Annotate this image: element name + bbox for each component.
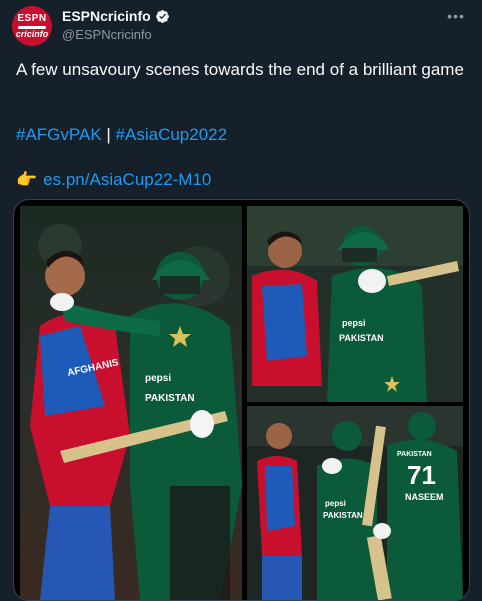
author-handle[interactable]: @ESPNcricinfo	[62, 27, 152, 42]
hashtags: #AFGvPAK | #AsiaCup2022	[16, 124, 227, 146]
verified-badge-icon	[155, 9, 169, 23]
svg-text:pepsi: pepsi	[325, 499, 346, 508]
svg-text:PAKISTAN: PAKISTAN	[397, 451, 432, 458]
avatar[interactable]: ESPN cricinfo	[12, 6, 52, 46]
svg-text:PAKISTAN: PAKISTAN	[145, 393, 195, 404]
tweet[interactable]: ESPN cricinfo ESPNcricinfo @ESPNcricinfo…	[0, 0, 482, 601]
jersey-name: NASEEM	[405, 492, 444, 502]
hashtag-asiacup2022[interactable]: #AsiaCup2022	[116, 125, 228, 144]
avatar-logo-text: ESPN	[17, 12, 47, 24]
media-grid: AFGHANIS pepsi PAKISTAN pepsi PAKISTAN p…	[13, 199, 470, 601]
photo-2[interactable]: pepsi PAKISTAN	[247, 206, 463, 402]
tweet-text: A few unsavoury scenes towards the end o…	[16, 60, 464, 79]
hashtag-afgvpak[interactable]: #AFGvPAK	[16, 125, 102, 144]
hashtag-separator: |	[106, 125, 111, 144]
svg-text:PAKISTAN: PAKISTAN	[339, 333, 384, 343]
photo-1[interactable]: AFGHANIS pepsi PAKISTAN	[20, 206, 242, 600]
tweet-link[interactable]: es.pn/AsiaCup22-M10	[43, 169, 211, 191]
jersey-number: 71	[407, 460, 436, 490]
photo-1-image: AFGHANIS pepsi PAKISTAN	[20, 206, 242, 600]
svg-text:pepsi: pepsi	[342, 318, 366, 328]
more-options-icon[interactable]: •••	[444, 6, 468, 26]
photo-3-image: pepsi PAKISTAN PAKISTAN 71 NASEEM	[247, 406, 463, 600]
svg-text:PAKISTAN: PAKISTAN	[323, 511, 363, 520]
author-name-row[interactable]: ESPNcricinfo	[62, 8, 170, 24]
avatar-logo-subtext: cricinfo	[15, 28, 49, 39]
photo-3[interactable]: pepsi PAKISTAN PAKISTAN 71 NASEEM	[247, 406, 463, 600]
link-row: 👉 es.pn/AsiaCup22-M10	[16, 169, 211, 191]
photo-2-image: pepsi PAKISTAN	[247, 206, 463, 402]
svg-text:pepsi: pepsi	[145, 373, 171, 384]
pointing-hand-icon: 👉	[16, 170, 38, 189]
author-display-name[interactable]: ESPNcricinfo	[62, 8, 151, 24]
